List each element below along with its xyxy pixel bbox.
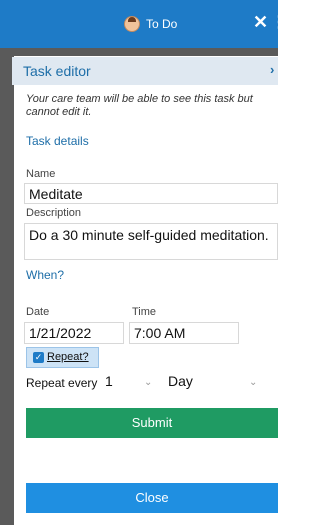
task-editor-title: Task editor [23,63,91,79]
task-editor-header: Task editor › [12,57,278,85]
date-label: Date [26,306,50,318]
time-field[interactable]: 7:00 AM [129,322,239,344]
more-icon[interactable]: ⋮ [271,12,287,32]
submit-button[interactable]: Submit [26,408,278,438]
time-label: Time [132,306,157,318]
title-bar: To Do ✕ ⋮ [0,0,287,48]
task-details-heading: Task details [26,134,89,148]
name-label: Name [26,168,56,180]
editor-panel [14,56,278,525]
repeat-label[interactable]: Repeat? [47,351,89,363]
care-team-note: Your care team will be able to see this … [26,93,253,118]
checkbox-icon[interactable]: ✓ [33,352,44,363]
description-label: Description [26,207,82,219]
when-heading: When? [26,268,65,282]
repeat-count-select[interactable]: 1 [105,373,113,389]
date-field[interactable]: 1/21/2022 [24,322,124,344]
description-field[interactable]: Do a 30 minute self-guided meditation. [24,223,278,260]
close-icon[interactable]: ✕ [253,12,268,33]
repeat-every-label: Repeat every [26,376,98,390]
close-button[interactable]: Close [26,483,278,513]
chevron-down-icon[interactable]: ⌄ [144,377,152,388]
chevron-down-icon[interactable]: ⌄ [249,377,257,388]
repeat-unit-select[interactable]: Day [168,373,193,389]
repeat-toggle[interactable]: ✓ Repeat? [26,347,99,368]
window-title: To Do [146,17,178,31]
chevron-right-icon[interactable]: › [270,62,274,77]
avatar-icon [124,16,140,32]
name-field[interactable]: Meditate [24,183,278,204]
